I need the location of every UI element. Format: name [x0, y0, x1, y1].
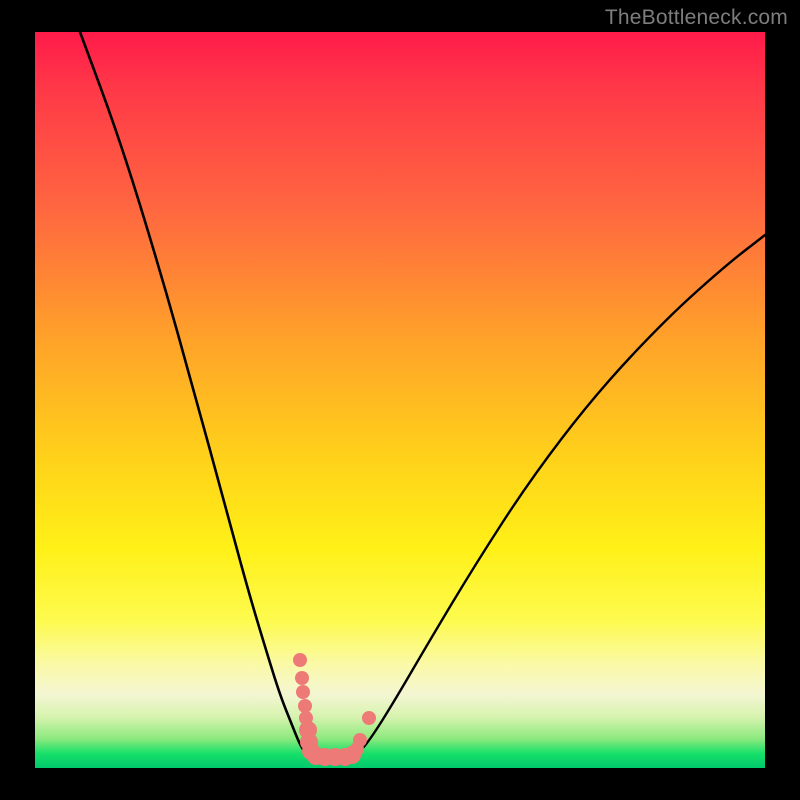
watermark-text: TheBottleneck.com	[605, 6, 788, 30]
chart-frame: TheBottleneck.com	[0, 0, 800, 800]
plot-area	[35, 32, 765, 768]
